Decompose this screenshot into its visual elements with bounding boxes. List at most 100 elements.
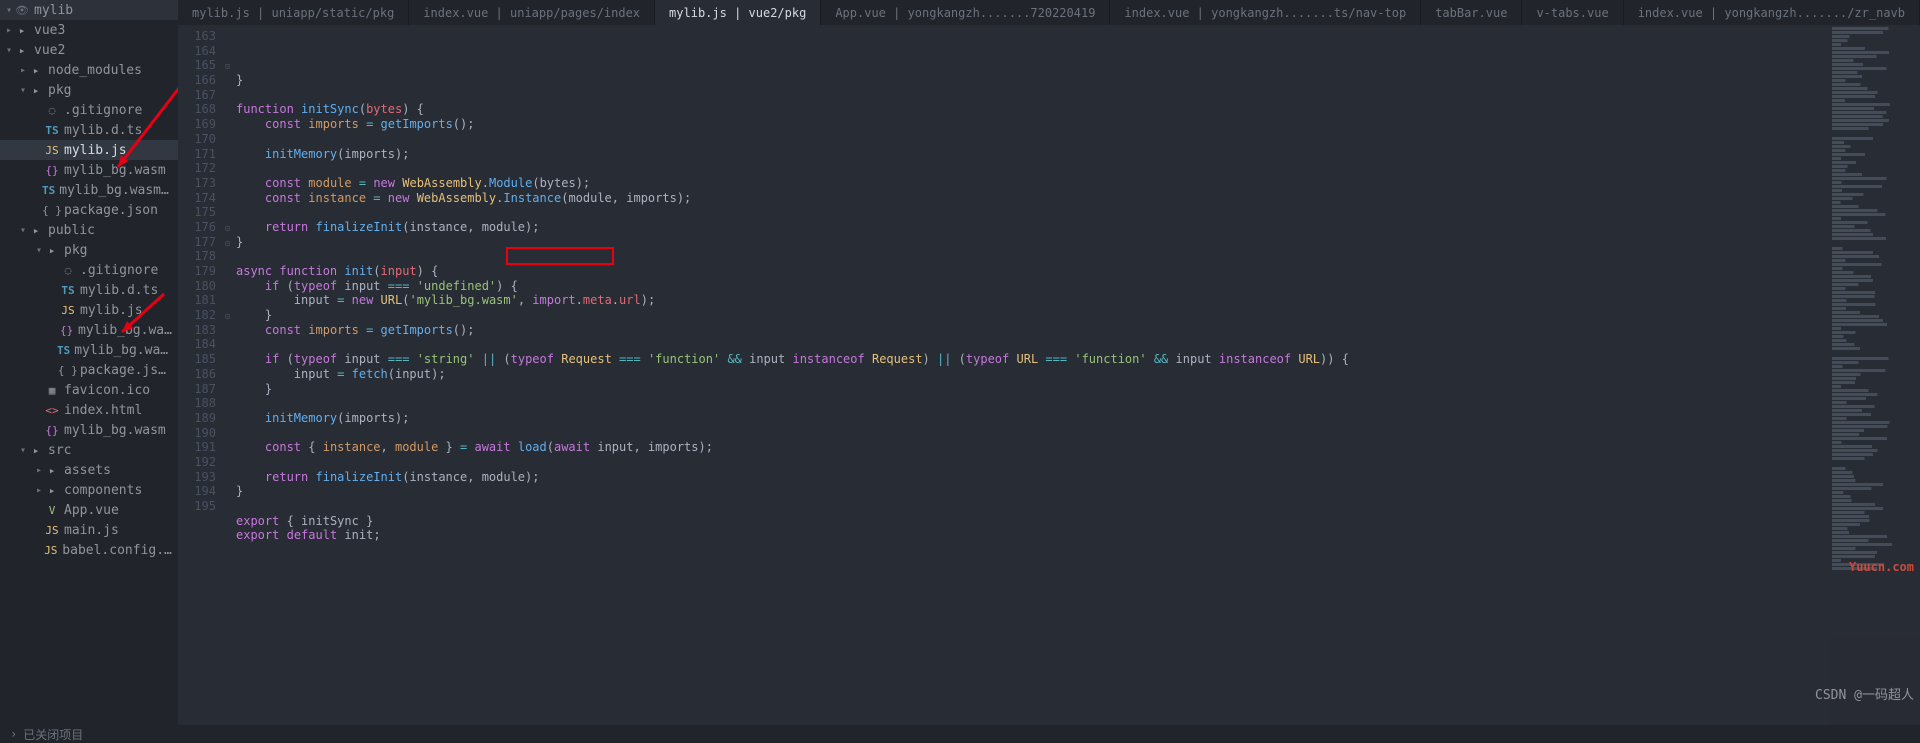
editor-tabbar[interactable]: mylib.js | uniapp/static/pkg index.vue | … (178, 0, 1920, 25)
tree-item-mylib-d-ts[interactable]: TSmylib.d.ts (0, 280, 178, 300)
tree-item-mylib[interactable]: ▾👁mylib (0, 0, 178, 20)
code-line[interactable]: } (222, 382, 1830, 397)
code-line[interactable] (222, 426, 1830, 441)
status-bar: › 已关闭项目 (0, 725, 1920, 743)
code-line[interactable]: const instance = new WebAssembly.Instanc… (222, 191, 1830, 206)
tree-item-mylib-bg-wasm[interactable]: {}mylib_bg.wasm (0, 160, 178, 180)
code-line[interactable] (222, 455, 1830, 470)
code-line[interactable] (222, 205, 1830, 220)
code-line[interactable]: } (222, 73, 1830, 88)
tree-item-label: mylib_bg.wasm.d.ts (59, 183, 172, 198)
watermark-site: Yuucn.com (1849, 560, 1914, 574)
git-icon: ◌ (44, 104, 60, 117)
code-line[interactable] (222, 88, 1830, 103)
folder-icon: ▸ (28, 84, 44, 97)
chevron-icon: ▾ (18, 445, 28, 456)
tree-item-label: favicon.ico (64, 383, 150, 398)
editor-tab[interactable]: index.vue | yongkangzh......./zr_navb (1624, 0, 1920, 25)
tree-item-app-vue[interactable]: VApp.vue (0, 500, 178, 520)
code-line[interactable]: return finalizeInit(instance, module); (222, 220, 1830, 235)
code-line[interactable] (222, 132, 1830, 147)
tree-item-src[interactable]: ▾▸src (0, 440, 178, 460)
code-line[interactable]: const module = new WebAssembly.Module(by… (222, 176, 1830, 191)
closed-projects-label[interactable]: 已关闭项目 (23, 726, 83, 743)
editor-tab[interactable]: index.vue | yongkangzh.......ts/nav-top (1110, 0, 1421, 25)
code-line[interactable] (222, 161, 1830, 176)
editor-tab[interactable]: tabBar.vue (1421, 0, 1522, 25)
code-line[interactable]: export { initSync } (222, 514, 1830, 529)
code-line[interactable]: } (222, 235, 1830, 250)
tree-item-label: components (64, 483, 142, 498)
wasm-icon: {} (44, 424, 60, 437)
tree-item-pkg[interactable]: ▾▸pkg (0, 240, 178, 260)
code-line[interactable]: const { instance, module } = await load(… (222, 440, 1830, 455)
tab-label: index.vue | uniapp/pages/index (423, 6, 640, 20)
code-line[interactable]: } (222, 308, 1830, 323)
code-line[interactable]: input = fetch(input); (222, 367, 1830, 382)
code-line[interactable]: } (222, 484, 1830, 499)
tree-item-label: App.vue (64, 503, 119, 518)
code-line[interactable]: async function init(input) { (222, 264, 1830, 279)
editor-tab[interactable]: mylib.js | uniapp/static/pkg (178, 0, 409, 25)
code-line[interactable] (222, 337, 1830, 352)
editor-tab[interactable]: mylib.js | vue2/pkg (655, 0, 821, 25)
tree-item-components[interactable]: ▸▸components (0, 480, 178, 500)
js-icon: JS (44, 144, 60, 157)
tree-item-mylib-d-ts[interactable]: TSmylib.d.ts (0, 120, 178, 140)
tree-item-mylib-js[interactable]: JSmylib.js (0, 300, 178, 320)
code-line[interactable] (222, 249, 1830, 264)
tree-item-assets[interactable]: ▸▸assets (0, 460, 178, 480)
tree-item-main-js[interactable]: JSmain.js (0, 520, 178, 540)
tree-item--gitignore[interactable]: ◌.gitignore (0, 260, 178, 280)
code-line[interactable]: function initSync(bytes) { (222, 102, 1830, 117)
minimap[interactable] (1830, 25, 1920, 725)
json-icon: { } (44, 204, 60, 217)
tree-item-mylib-js[interactable]: JSmylib.js (0, 140, 178, 160)
code-line[interactable]: if (typeof input === 'string' || (typeof… (222, 352, 1830, 367)
code-line[interactable]: const imports = getImports(); (222, 323, 1830, 338)
chevron-icon: ▾ (34, 245, 44, 256)
tree-item-mylib-bg-wasm[interactable]: {}mylib_bg.wasm (0, 420, 178, 440)
code-line[interactable] (222, 543, 1830, 558)
chevron-icon: ▸ (34, 485, 44, 496)
folder-icon: ▸ (44, 464, 60, 477)
tree-item-package-json[interactable]: { }package.json (0, 360, 178, 380)
tree-item-mylib-bg-wasm-d-ts[interactable]: TSmylib_bg.wasm.d.ts (0, 340, 178, 360)
tab-label: v-tabs.vue (1536, 6, 1608, 20)
tree-item-mylib-bg-wasm-d-ts[interactable]: TSmylib_bg.wasm.d.ts (0, 180, 178, 200)
tree-item-label: src (48, 443, 71, 458)
tree-item-label: vue2 (34, 43, 65, 58)
file-explorer[interactable]: ▾👁mylib▸▸vue3▾▸vue2▸▸node_modules▾▸pkg◌.… (0, 0, 178, 725)
code-line[interactable]: if (typeof input === 'undefined') { (222, 279, 1830, 294)
wasm-icon: {} (44, 164, 60, 177)
tree-item-node-modules[interactable]: ▸▸node_modules (0, 60, 178, 80)
tab-label: index.vue | yongkangzh.......ts/nav-top (1124, 6, 1406, 20)
editor-tab[interactable]: index.vue | uniapp/pages/index (409, 0, 655, 25)
code-line[interactable]: export default init; (222, 528, 1830, 543)
code-line[interactable] (222, 396, 1830, 411)
tree-item-mylib-bg-wasm[interactable]: {}mylib_bg.wasm (0, 320, 178, 340)
tree-item-vue3[interactable]: ▸▸vue3 (0, 20, 178, 40)
tree-item-public[interactable]: ▾▸public (0, 220, 178, 240)
chevron-icon: ▸ (4, 25, 14, 36)
tree-item-package-json[interactable]: { }package.json (0, 200, 178, 220)
chevron-icon: ▸ (34, 465, 44, 476)
tab-label: index.vue | yongkangzh......./zr_navb (1638, 6, 1905, 20)
tree-item-favicon-ico[interactable]: ▦favicon.ico (0, 380, 178, 400)
code-line[interactable] (222, 499, 1830, 514)
tree-item-vue2[interactable]: ▾▸vue2 (0, 40, 178, 60)
tree-item--gitignore[interactable]: ◌.gitignore (0, 100, 178, 120)
code-line[interactable]: const imports = getImports(); (222, 117, 1830, 132)
code-line[interactable]: initMemory(imports); (222, 411, 1830, 426)
code-editor[interactable]: } function initSync(bytes) { const import… (222, 25, 1830, 725)
tree-item-pkg[interactable]: ▾▸pkg (0, 80, 178, 100)
tree-item-label: pkg (64, 243, 87, 258)
tree-item-index-html[interactable]: <>index.html (0, 400, 178, 420)
editor-tab[interactable]: App.vue | yongkangzh.......720220419 (821, 0, 1110, 25)
editor-tab[interactable]: v-tabs.vue (1522, 0, 1623, 25)
code-line[interactable]: initMemory(imports); (222, 147, 1830, 162)
code-line[interactable]: return finalizeInit(instance, module); (222, 470, 1830, 485)
wasm-icon: {} (59, 324, 74, 337)
tree-item-babel-config-js[interactable]: JSbabel.config.js (0, 540, 178, 560)
code-line[interactable]: input = new URL('mylib_bg.wasm', import.… (222, 293, 1830, 308)
